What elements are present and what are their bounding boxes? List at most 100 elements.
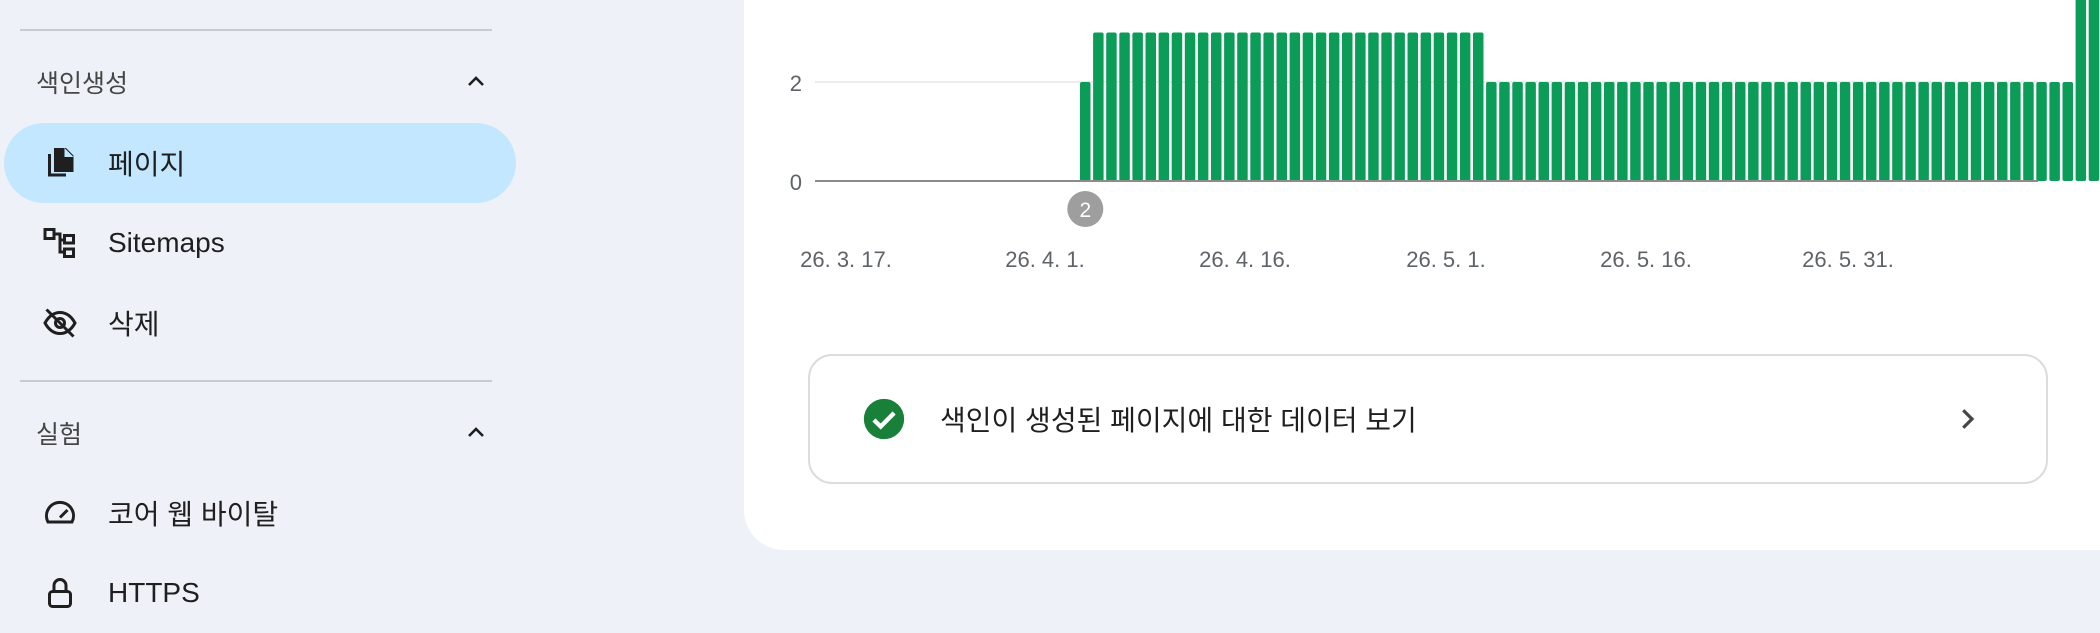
- chart-bar: [1957, 82, 1969, 181]
- sidebar-divider: [20, 380, 492, 382]
- chart-bar: [1944, 82, 1956, 181]
- annotation-marker[interactable]: 2: [1067, 191, 1104, 227]
- section-header-experiments[interactable]: 실험: [36, 413, 492, 453]
- chart-bar: [1080, 82, 1091, 181]
- chart-bar: [1315, 32, 1327, 181]
- chart-bar: [1224, 32, 1235, 181]
- chart-bar: [1132, 32, 1143, 181]
- chart-bar: [1499, 82, 1510, 181]
- section-title: 실험: [36, 421, 83, 449]
- chart-bar: [1473, 32, 1484, 181]
- chart-bar: [1355, 32, 1366, 181]
- chart-bar: [1184, 32, 1196, 181]
- chart-bar: [1276, 32, 1287, 181]
- x-tick-label: 26. 4. 16.: [1199, 247, 1291, 272]
- view-indexed-pages-link[interactable]: 색인이 생성된 페이지에 대한 데이터 보기: [808, 354, 2048, 484]
- bar-series: [1080, 0, 2100, 181]
- chart-bar: [1342, 32, 1353, 181]
- chart-bar: [1643, 82, 1654, 181]
- chart-bar: [1446, 32, 1458, 181]
- chart-bar: [1852, 82, 1864, 181]
- chart-bar: [1787, 82, 1798, 181]
- chart-bar: [2036, 82, 2047, 181]
- chart-bar: [1839, 82, 1851, 181]
- chart-bar: [1695, 82, 1707, 181]
- x-tick-label: 26. 3. 17.: [800, 247, 892, 272]
- chart-bar: [1158, 32, 1170, 181]
- chart-bar: [1931, 82, 1942, 181]
- chart-bar: [2075, 0, 2087, 181]
- chart-bar: [1420, 32, 1432, 181]
- chart-bar: [1656, 82, 1667, 181]
- chart-bar: [1525, 82, 1536, 181]
- chart-bar: [1119, 32, 1130, 181]
- chart-bar: [1813, 82, 1825, 181]
- chart-bar: [1237, 32, 1248, 181]
- lock-icon: [40, 573, 80, 613]
- check-circle-icon: [863, 398, 905, 440]
- x-tick-label: 26. 5. 1.: [1406, 247, 1486, 272]
- chart-bar: [1669, 82, 1680, 181]
- chart-bar: [1171, 32, 1183, 181]
- chart-bar: [1328, 32, 1340, 181]
- chevron-right-icon: [1962, 409, 1975, 429]
- sidebar-item-label: 코어 웹 바이탈: [108, 499, 279, 530]
- chart-bar: [1682, 82, 1694, 181]
- chart-bar: [1748, 82, 1759, 181]
- chart-bar: [1459, 32, 1471, 181]
- chart-bar: [1970, 82, 1982, 181]
- chart-bar: [1800, 82, 1811, 181]
- chart-bar: [1302, 32, 1314, 181]
- chart-bar: [1211, 32, 1222, 181]
- chart-bar: [1892, 82, 1903, 181]
- chart-bar: [1512, 82, 1523, 181]
- x-tick-label: 26. 5. 16.: [1600, 247, 1692, 272]
- chart-bar: [1761, 82, 1772, 181]
- chart-bar: [1905, 82, 1916, 181]
- chart-bar: [1551, 82, 1563, 181]
- chart-bar: [1983, 82, 1995, 181]
- chart-bar: [1381, 32, 1392, 181]
- y-tick-label: 0: [790, 170, 802, 195]
- chart-bar: [1918, 82, 1929, 181]
- chart-bar: [1617, 82, 1628, 181]
- chart-bar: [1564, 82, 1576, 181]
- x-tick-label: 26. 5. 31.: [1802, 247, 1894, 272]
- annotation-label: 2: [1079, 199, 1091, 222]
- x-tick-labels: 26. 3. 17. 26. 4. 1. 26. 4. 16. 26. 5. 1. 26…: [800, 247, 1894, 272]
- chart-bar: [1538, 82, 1549, 181]
- chart-bar: [2088, 0, 2100, 181]
- chart-bar: [1879, 82, 1890, 181]
- chart-bar: [1866, 82, 1877, 181]
- chart-bar: [1997, 82, 2008, 181]
- y-tick-label: 2: [790, 71, 802, 96]
- chart-bar: [2023, 82, 2034, 181]
- sidebar-item-label: HTTPS: [108, 577, 200, 608]
- chart-bar: [1106, 32, 1117, 181]
- chart-bar: [1145, 32, 1156, 181]
- chart-bar: [1407, 32, 1418, 181]
- chart-bar: [2010, 82, 2021, 181]
- chart-bar: [1604, 82, 1615, 181]
- chart-bar: [1735, 82, 1746, 181]
- chart-bar: [2062, 82, 2073, 181]
- chart-bar: [1708, 82, 1720, 181]
- chart-bar: [2049, 82, 2060, 181]
- indexed-pages-chart: 2 0 26. 3. 17. 26. 4. 1. 26. 4. 16. 26. 5. …: [790, 0, 2100, 272]
- chart-bar: [1590, 82, 1602, 181]
- chart-bar: [1774, 82, 1785, 181]
- chart-bar: [1093, 32, 1104, 181]
- chart-bar: [1826, 82, 1838, 181]
- chart-bar: [1197, 32, 1209, 181]
- chart-bar: [1721, 82, 1733, 181]
- sidebar-item-core-web-vitals[interactable]: 코어 웹 바이탈: [4, 473, 516, 553]
- chart-bar: [1263, 32, 1274, 181]
- chart-bar: [1630, 82, 1641, 181]
- chart-bar: [1486, 82, 1497, 181]
- chart-bar: [1394, 32, 1405, 181]
- chevron-up-icon: [468, 427, 484, 437]
- chart-bar: [1368, 32, 1379, 181]
- chart-bar: [1250, 32, 1261, 181]
- speed-gauge-icon: [40, 493, 80, 533]
- sidebar-item-https[interactable]: HTTPS: [4, 553, 516, 633]
